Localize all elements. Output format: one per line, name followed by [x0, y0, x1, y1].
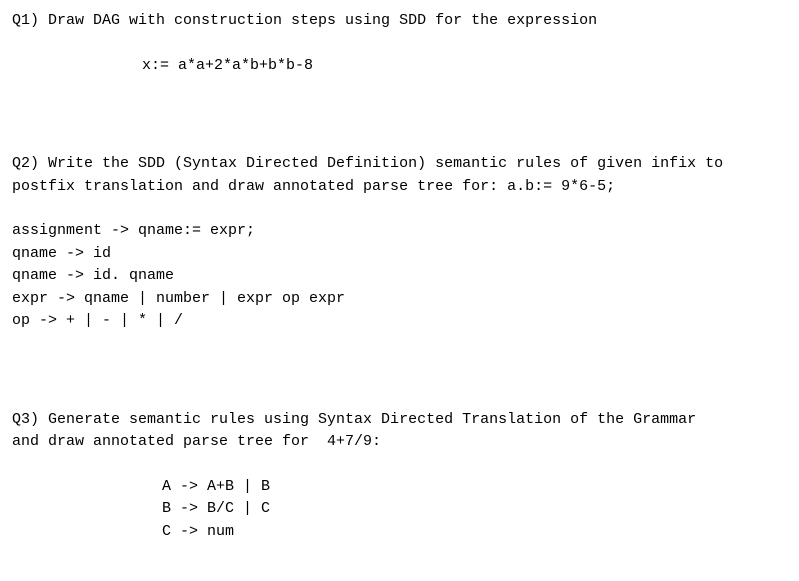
spacer	[12, 105, 787, 153]
q2-prompt-line1: Q2) Write the SDD (Syntax Directed Defin…	[12, 153, 787, 176]
spacer	[12, 33, 787, 55]
q2-grammar-line: qname -> id. qname	[12, 265, 787, 288]
q1-expression: x:= a*a+2*a*b+b*b-8	[12, 55, 787, 78]
q2-grammar-line: expr -> qname | number | expr op expr	[12, 288, 787, 311]
q2-grammar-line: op -> + | - | * | /	[12, 310, 787, 333]
q1-prompt: Q1) Draw DAG with construction steps usi…	[12, 10, 787, 33]
q2-grammar-line: qname -> id	[12, 243, 787, 266]
q3-grammar-line: B -> B/C | C	[12, 498, 787, 521]
q2-grammar-line: assignment -> qname:= expr;	[12, 220, 787, 243]
q3-prompt-line2: and draw annotated parse tree for 4+7/9:	[12, 431, 787, 454]
question-3: Q3) Generate semantic rules using Syntax…	[12, 409, 787, 544]
q3-prompt-line1: Q3) Generate semantic rules using Syntax…	[12, 409, 787, 432]
question-1: Q1) Draw DAG with construction steps usi…	[12, 10, 787, 77]
spacer	[12, 198, 787, 220]
q3-grammar-line: C -> num	[12, 521, 787, 544]
q2-prompt-line2: postfix translation and draw annotated p…	[12, 176, 787, 199]
spacer	[12, 454, 787, 476]
question-2: Q2) Write the SDD (Syntax Directed Defin…	[12, 153, 787, 333]
spacer	[12, 361, 787, 409]
q3-grammar-line: A -> A+B | B	[12, 476, 787, 499]
